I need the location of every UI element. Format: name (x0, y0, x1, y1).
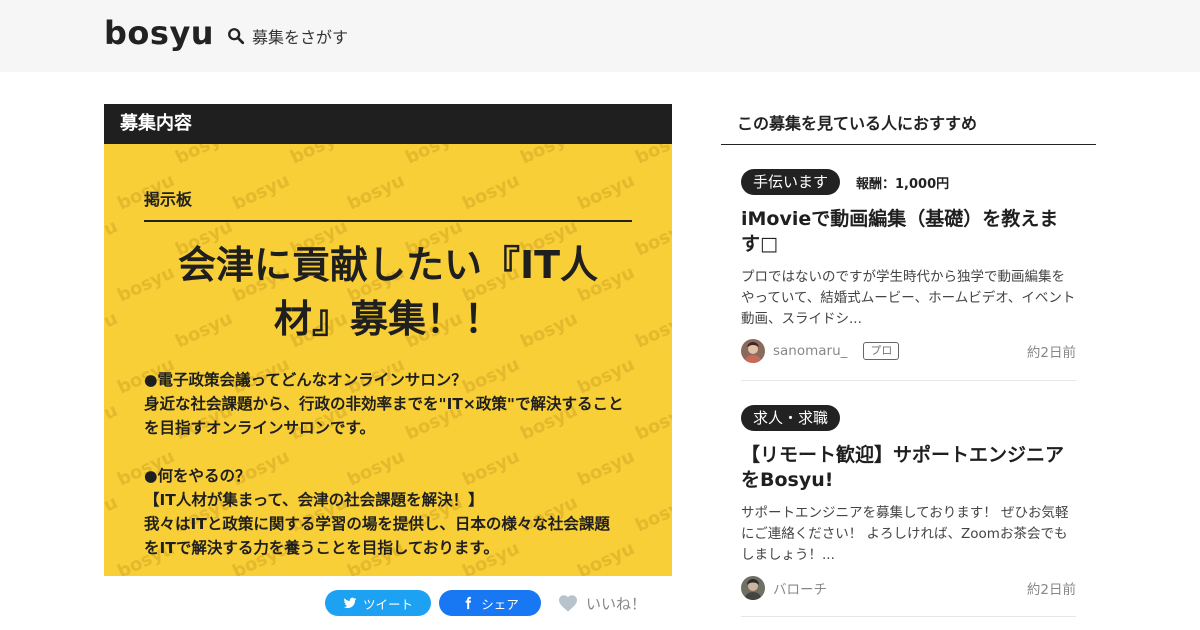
post-meta: sanomaru_ プロ 約2日前 (741, 339, 1076, 363)
username[interactable]: バローチ (773, 578, 827, 598)
watermark-word: bosyu (632, 492, 672, 537)
facebook-icon (465, 596, 472, 610)
recommended-post[interactable]: 求人・求職 【リモート歓迎】サポートエンジニアをBosyu! サポートエンジニア… (741, 405, 1076, 600)
watermark-word: bosyu (344, 170, 408, 215)
watermark-word: bosyu (632, 144, 672, 169)
bosyu-logo[interactable]: bosyu (104, 13, 214, 53)
section-title: 募集内容 (104, 104, 672, 144)
post-title[interactable]: 【リモート歓迎】サポートエンジニアをBosyu! (741, 443, 1076, 493)
pro-badge: プロ (863, 342, 900, 360)
twitter-icon (343, 597, 357, 609)
watermark-word: bosyu (287, 144, 351, 169)
tweet-button[interactable]: ツイート (325, 590, 431, 616)
post-title[interactable]: iMovieで動画編集（基礎）を教えます□ (741, 207, 1076, 257)
like-label: いいね！ (586, 594, 647, 613)
post-description: プロではないのですが学生時代から独学で動画編集をやっていて、結婚式ムービー、ホー… (741, 269, 1076, 327)
category-tag[interactable]: 求人・求職 (741, 405, 841, 431)
avatar[interactable] (741, 339, 765, 363)
watermark-word: bosyu (632, 216, 672, 261)
tweet-label: ツイート (362, 596, 413, 612)
timestamp: 約2日前 (1026, 345, 1076, 361)
post-description: サポートエンジニアを募集しております！ ぜひお気軽にご連絡ください！ よろしけれ… (741, 505, 1069, 563)
post-meta: バローチ 約2日前 (741, 576, 1076, 600)
facebook-share-label: シェア (481, 596, 519, 612)
board-label: 掲示板 (144, 190, 193, 209)
recruitment-card: 募集内容 bosyu bosyu bosyu bosyu bosyu bosyu bosyu… (104, 104, 672, 576)
watermark-word: bosyu (517, 144, 581, 169)
watermark-word: bosyu (104, 144, 121, 169)
recruitment-body: ●電子政策会議ってどんなオンラインサロン？ 身近な社会課題から、行政の非効率まで… (144, 371, 624, 557)
username[interactable]: sanomaru_ (773, 343, 847, 359)
search-icon (228, 28, 245, 45)
recruitment-title: 会津に貢献したい『IT人 材』募集！！ (144, 238, 632, 346)
reward-text: 報酬：1,000円 (856, 176, 950, 192)
post-divider (741, 380, 1076, 381)
recommended-post[interactable]: 手伝います 報酬：1,000円 iMovieで動画編集（基礎）を教えます□ プロ… (741, 169, 1076, 363)
divider (144, 220, 632, 222)
avatar[interactable] (741, 576, 765, 600)
watermark-word: bosyu (104, 216, 121, 261)
watermark-word: bosyu (632, 308, 672, 353)
post-divider (741, 616, 1076, 617)
title-line-2: 材』募集！！ (273, 297, 502, 341)
site-header: bosyu 募集をさがす (0, 0, 1200, 72)
heart-icon (559, 595, 577, 612)
search-link[interactable]: 募集をさがす (227, 24, 348, 48)
search-label: 募集をさがす (252, 28, 349, 47)
recommendations-heading: この募集を見ている人におすすめ (721, 104, 1096, 145)
watermark-word: bosyu (104, 400, 121, 445)
category-tag[interactable]: 手伝います (741, 169, 841, 195)
watermark-word: bosyu (402, 144, 466, 169)
watermark-word: bosyu (229, 170, 293, 215)
facebook-share-button[interactable]: シェア (439, 590, 541, 616)
timestamp: 約2日前 (1026, 582, 1076, 598)
watermark-word: bosyu (574, 170, 638, 215)
title-line-1: 会津に貢献したい『IT人 (177, 243, 599, 287)
watermark-word: bosyu (104, 308, 121, 353)
watermark-word: bosyu (104, 492, 121, 537)
watermark-word: bosyu (172, 144, 236, 169)
card-image: bosyu bosyu bosyu bosyu bosyu bosyu bosyu bosyu… (104, 144, 672, 576)
watermark-word: bosyu (632, 400, 672, 445)
watermark-word: bosyu (459, 170, 523, 215)
like-button[interactable]: いいね！ (558, 592, 646, 614)
